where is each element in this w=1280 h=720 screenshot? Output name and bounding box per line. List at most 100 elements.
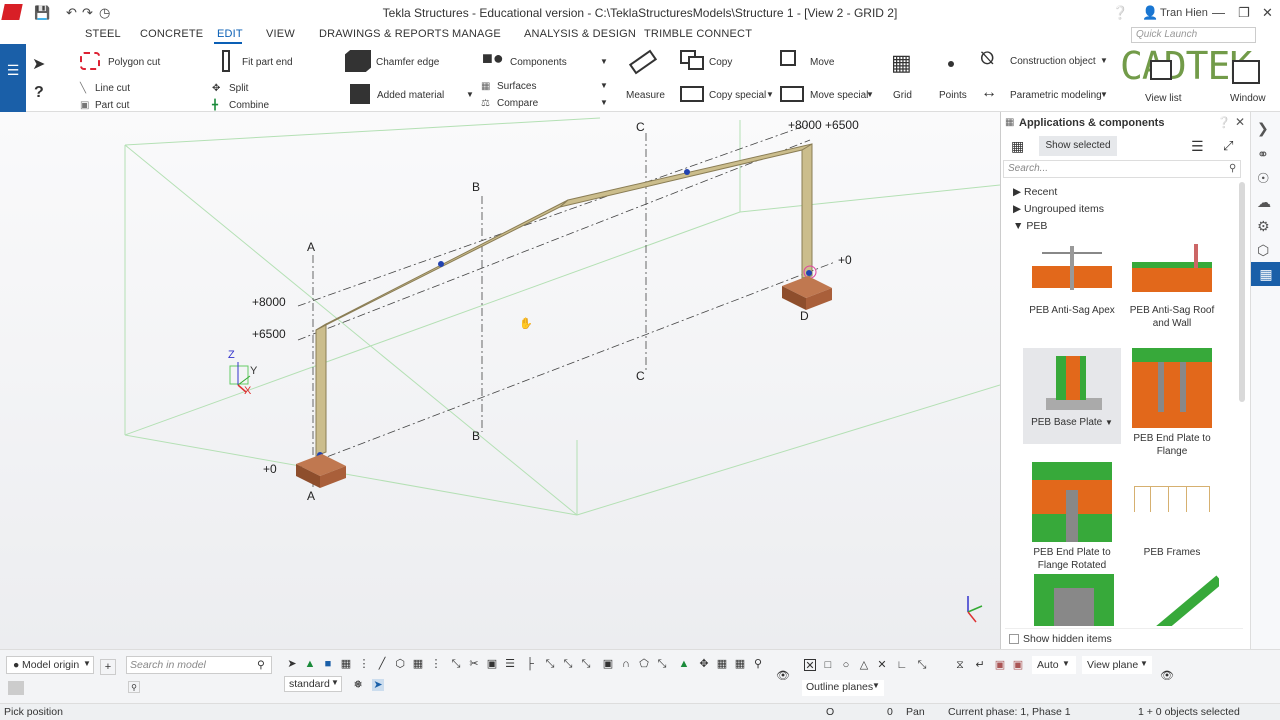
measure-button[interactable]: Measure — [626, 90, 665, 101]
surfaces-button[interactable]: Surfaces — [497, 81, 536, 92]
view-cross-icon[interactable]: ✕ — [876, 659, 888, 671]
select-arrow-icon[interactable]: ➤ — [372, 679, 384, 691]
show-hidden-checkbox[interactable] — [1009, 634, 1019, 644]
tab-analysis-design[interactable]: ANALYSIS & DESIGN — [524, 28, 636, 40]
component-peb-base-plate[interactable]: PEB Base Plate ▼ — [1023, 348, 1121, 444]
applications-components-icon[interactable]: ▦ — [1251, 262, 1280, 286]
tree-item-recent[interactable]: ▶ Recent — [1013, 186, 1057, 198]
copy-special-button[interactable]: Copy special — [709, 90, 766, 101]
help-icon[interactable]: ❔ — [1112, 5, 1128, 21]
select-points-icon[interactable]: ⋮ — [358, 658, 370, 670]
view-hourglass-icon[interactable]: ⧖ — [954, 659, 966, 671]
quick-launch-input[interactable]: Quick Launch — [1131, 27, 1256, 43]
construction-object-button[interactable]: Construction object — [1010, 56, 1096, 67]
view-solid-icon[interactable]: ▣ — [994, 659, 1006, 671]
thumbnail-view-icon[interactable]: ▦ — [1011, 138, 1027, 154]
tab-concrete[interactable]: CONCRETE — [140, 28, 203, 40]
panel-close-icon[interactable]: ✕ — [1235, 115, 1245, 129]
snap-magnify-icon[interactable]: ⚲ — [752, 658, 764, 670]
snap-cut-icon[interactable]: ✂ — [468, 658, 480, 670]
view-plane-select[interactable]: View plane ▼ — [1082, 656, 1152, 674]
tab-manage[interactable]: MANAGE — [452, 28, 501, 40]
snap-end-icon[interactable]: ├ — [524, 658, 536, 670]
list-view-icon[interactable]: ☰ — [1191, 138, 1204, 155]
copy-button[interactable]: Copy — [709, 57, 732, 68]
line-cut-button[interactable]: Line cut — [95, 83, 130, 94]
view-list-button[interactable]: View list — [1145, 93, 1182, 104]
snap-free-icon[interactable]: ⤡ — [656, 658, 668, 670]
user-name[interactable]: Tran Hien — [1160, 7, 1208, 19]
cube-icon[interactable]: ⬡ — [1257, 242, 1269, 259]
polygon-cut-button[interactable]: Polygon cut — [108, 57, 160, 68]
snap-geometry-icon[interactable]: ▦ — [734, 658, 746, 670]
select-welds-icon[interactable]: ⋮ — [430, 658, 442, 670]
restore-icon[interactable]: ❐ — [1238, 5, 1250, 21]
select-all-icon[interactable]: ➤ — [286, 658, 298, 670]
snap-edge-icon[interactable]: ∩ — [620, 658, 632, 670]
component-peb-end-plate-to-flange[interactable]: PEB End Plate to Flange — [1123, 348, 1221, 458]
snap-nearest-icon[interactable]: ▲ — [678, 658, 690, 670]
globe-icon[interactable]: ☉ — [1257, 170, 1270, 187]
points-button[interactable]: Points — [939, 90, 967, 101]
move-button[interactable]: Move — [810, 57, 834, 68]
snap-box-icon[interactable]: ▣ — [486, 658, 498, 670]
settings-gear-icon[interactable]: ⚙ — [1257, 218, 1270, 235]
component-peb-frames[interactable]: PEB Frames — [1123, 462, 1221, 559]
model-view[interactable]: A A B B C C D +8000 +6500 +0 +0 +8000 +6… — [0, 112, 1000, 649]
view-circle-icon[interactable]: ○ — [840, 659, 852, 671]
view-return-icon[interactable]: ↵ — [974, 659, 986, 671]
components-button[interactable]: Components — [510, 57, 567, 68]
standard-select[interactable]: standard ▼ — [284, 676, 342, 692]
added-material-dropdown[interactable]: ▼ — [466, 90, 474, 99]
search-options-icon[interactable]: ⚲ — [128, 681, 140, 693]
added-material-button[interactable]: Added material — [377, 90, 444, 101]
part-cut-button[interactable]: Part cut — [95, 100, 129, 111]
add-icon[interactable]: + — [100, 659, 116, 675]
search-model-input[interactable]: Search in model ⚲ — [126, 656, 272, 674]
snap-extension-icon[interactable]: ✥ — [698, 658, 710, 670]
parametric-modeling-dropdown[interactable]: ▼ — [1100, 90, 1108, 99]
help-query-icon[interactable]: ? — [34, 84, 44, 102]
tab-edit[interactable]: EDIT — [217, 28, 243, 40]
collapse-icon[interactable]: ⤢ — [1223, 138, 1233, 154]
tree-item-ungrouped[interactable]: ▶ Ungrouped items — [1013, 203, 1104, 215]
move-special-dropdown[interactable]: ▼ — [866, 90, 874, 99]
origin-tool-icon[interactable] — [8, 681, 24, 695]
user-icon[interactable]: 👤 — [1142, 5, 1158, 21]
select-components-icon[interactable]: ⬡ — [394, 658, 406, 670]
snap-intersect-icon[interactable]: ⤡ — [562, 658, 574, 670]
component-peb-anti-sag-roof-wall[interactable]: PEB Anti-Sag Roof and Wall — [1123, 240, 1221, 330]
panel-scrollbar[interactable] — [1239, 182, 1245, 402]
surfaces-dropdown[interactable]: ▼ — [600, 81, 608, 90]
split-button[interactable]: Split — [229, 83, 248, 94]
parametric-modeling-button[interactable]: Parametric modeling — [1010, 90, 1102, 101]
move-special-button[interactable]: Move special — [810, 90, 868, 101]
visibility-icon[interactable]: 👁 — [776, 670, 790, 682]
model-canvas[interactable]: A A B B C C D +8000 +6500 +0 +0 +8000 +6… — [0, 112, 1000, 649]
view-rectangle-icon[interactable]: □ — [822, 659, 834, 671]
component-peb-end-plate-to-flange-rotated[interactable]: PEB End Plate to Flange Rotated — [1023, 462, 1121, 572]
select-grids-icon[interactable]: ▦ — [340, 658, 352, 670]
tab-view[interactable]: VIEW — [266, 28, 295, 40]
component-peb-anti-sag-apex[interactable]: PEB Anti-Sag Apex — [1023, 240, 1121, 317]
components-dropdown[interactable]: ▼ — [600, 57, 608, 66]
combine-button[interactable]: Combine — [229, 100, 269, 111]
show-selected-button[interactable]: Show selected — [1039, 136, 1117, 156]
minimize-icon[interactable]: — — [1212, 5, 1225, 20]
snap-face-icon[interactable]: ▣ — [602, 658, 614, 670]
snap-mid-icon[interactable]: ⤡ — [544, 658, 556, 670]
view-wire-icon[interactable]: ▣ — [1012, 659, 1024, 671]
tab-steel[interactable]: STEEL — [85, 28, 121, 40]
snap-line-icon[interactable]: ⤡ — [450, 658, 462, 670]
select-arrow-icon[interactable]: ➤ — [32, 54, 45, 74]
compare-button[interactable]: Compare — [497, 98, 538, 109]
select-parts-icon[interactable]: ▲ — [304, 658, 316, 670]
select-lines-icon[interactable]: ╱ — [376, 658, 388, 670]
chamfer-edge-button[interactable]: Chamfer edge — [376, 57, 439, 68]
panel-help-icon[interactable]: ❔ — [1217, 116, 1231, 129]
expand-chevron-icon[interactable]: ❯ — [1257, 120, 1269, 137]
construction-object-dropdown[interactable]: ▼ — [1100, 56, 1108, 65]
side-menu-button[interactable]: ☰ — [0, 44, 26, 112]
tab-trimble-connect[interactable]: TRIMBLE CONNECT — [644, 28, 752, 40]
tab-drawings-reports[interactable]: DRAWINGS & REPORTS — [319, 28, 449, 40]
